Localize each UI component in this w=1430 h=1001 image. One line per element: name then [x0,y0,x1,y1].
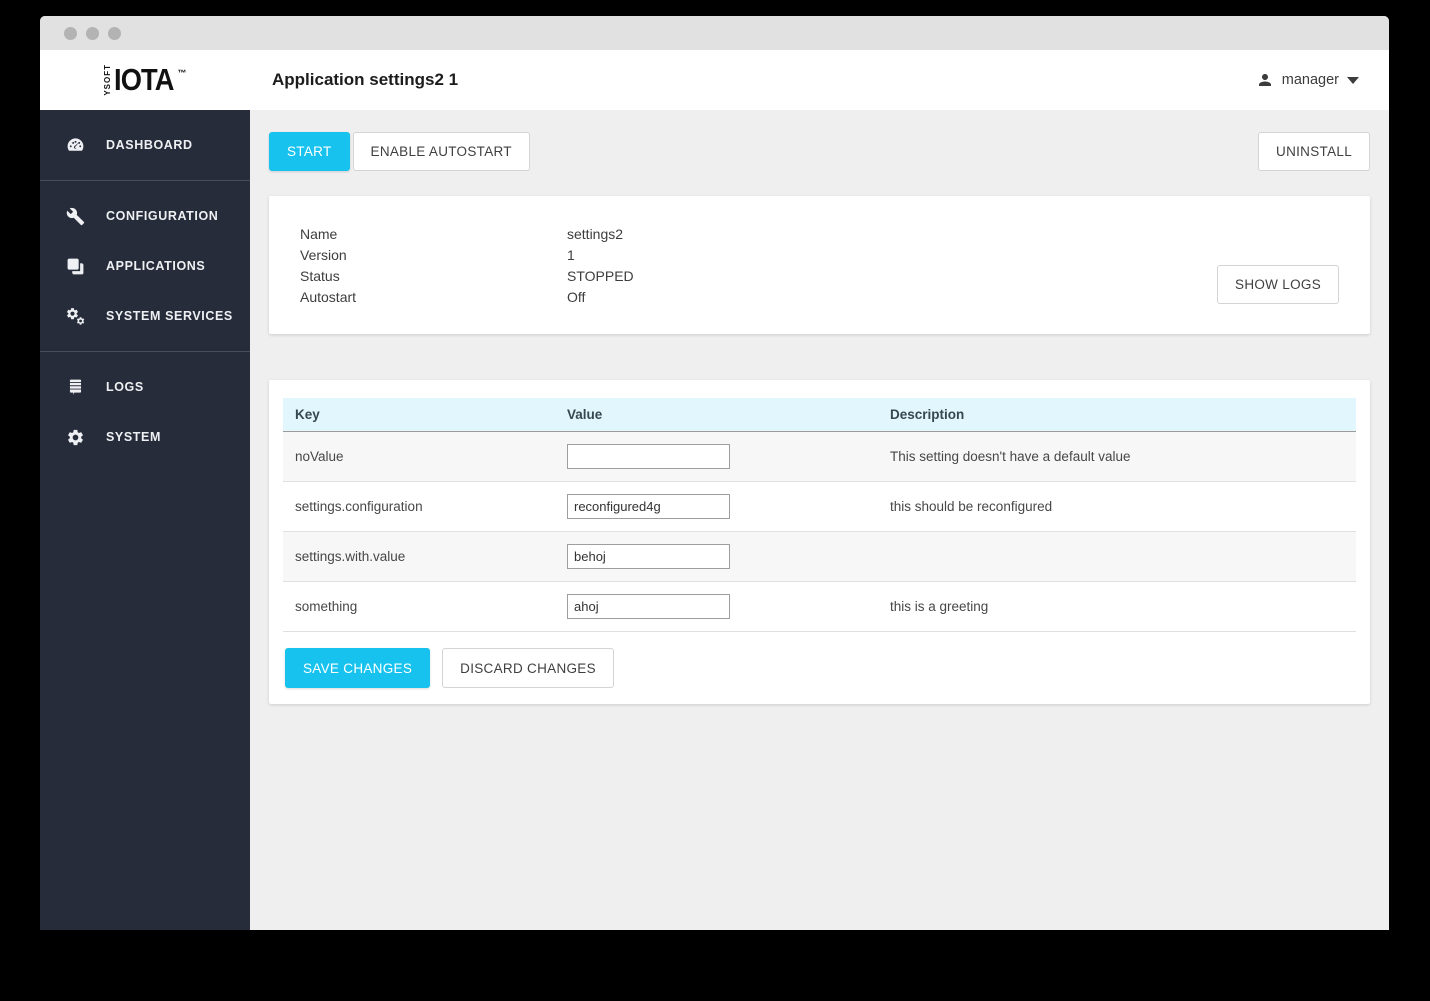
user-menu-label: manager [1281,72,1339,88]
info-row-name: Name settings2 [269,223,1370,244]
info-row-autostart: Autostart Off [269,286,1370,307]
info-label: Name [300,225,338,242]
gear-icon [68,429,83,445]
info-row-status: Status STOPPED [269,265,1370,286]
description-cell: this is a greeting [878,581,1356,632]
table-row: settings.with.value [283,531,1356,582]
description-cell: this should be reconfigured [878,481,1356,532]
sidebar-item-system-services[interactable]: SYSTEM SERVICES [40,291,250,341]
description-cell [878,531,1356,582]
gears-icon [67,307,85,325]
info-row-version: Version 1 [269,244,1370,265]
sidebar-item-label: CONFIGURATION [106,209,219,223]
info-label: Version [300,246,347,263]
logo-trademark: ™ [177,68,187,79]
app-info-panel: Name settings2 Version 1 Status STOPPED … [269,196,1370,334]
column-header-description: Description [878,398,1356,432]
settings-table-panel: Key Value Description noValue This setti… [269,380,1370,704]
user-menu[interactable]: manager [1256,71,1359,89]
value-input[interactable] [567,444,730,469]
sidebar-item-configuration[interactable]: CONFIGURATION [40,191,250,241]
info-value: 1 [567,246,575,263]
value-input[interactable] [567,544,730,569]
sidebar-item-label: SYSTEM [106,430,161,444]
sidebar-item-applications[interactable]: APPLICATIONS [40,241,250,291]
window-dot-minimize[interactable] [86,26,99,40]
logo-brand-text: YSOFT [102,64,112,96]
app-header: YSOFT IOTA ™ Application settings2 1 man… [40,50,1389,110]
chevron-down-icon [1347,76,1359,84]
sidebar-divider [40,351,250,352]
sidebar-item-dashboard[interactable]: DASHBOARD [40,120,250,170]
main-content: START ENABLE AUTOSTART UNINSTALL Name se… [250,110,1389,930]
value-input[interactable] [567,594,730,619]
key-cell: settings.configuration [283,481,555,532]
sidebar-item-system[interactable]: SYSTEM [40,412,250,462]
column-header-value: Value [555,398,878,432]
page-title: Application settings2 1 [272,70,459,89]
key-cell: noValue [283,431,555,482]
info-value: settings2 [567,225,624,242]
sidebar-item-logs[interactable]: LOGS [40,362,250,412]
table-row: something this is a greeting [283,581,1356,632]
wrench-icon [66,207,85,225]
logo-name-text: IOTA [113,62,174,98]
table-row: settings.configuration this should be re… [283,481,1356,532]
logs-icon [69,379,82,395]
column-header-key: Key [283,398,555,432]
enable-autostart-button[interactable]: ENABLE AUTOSTART [352,132,530,171]
sidebar: DASHBOARD CONFIGURATION APPLICATIONS SYS… [40,110,250,930]
show-logs-button[interactable]: SHOW LOGS [1217,265,1339,304]
key-cell: something [283,581,555,632]
table-actions: SAVE CHANGES DISCARD CHANGES [283,648,1356,688]
sidebar-item-label: SYSTEM SERVICES [106,309,233,323]
description-cell: This setting doesn't have a default valu… [878,431,1356,482]
discard-changes-button[interactable]: DISCARD CHANGES [442,648,614,688]
logo: YSOFT IOTA ™ [40,64,250,96]
app-window: YSOFT IOTA ™ Application settings2 1 man… [40,16,1389,930]
sidebar-divider [40,180,250,181]
uninstall-button[interactable]: UNINSTALL [1258,132,1370,171]
dashboard-icon [67,137,84,151]
sidebar-item-label: APPLICATIONS [106,259,206,273]
window-dot-maximize[interactable] [108,26,121,40]
table-row: noValue This setting doesn't have a defa… [283,431,1356,482]
window-titlebar[interactable] [40,16,1389,50]
info-label: Status [300,267,340,284]
table-header-row: Key Value Description [283,398,1356,432]
person-icon [1258,74,1271,86]
info-value: Off [567,288,586,305]
settings-table: Key Value Description noValue This setti… [283,398,1356,632]
value-input[interactable] [567,494,730,519]
toolbar: START ENABLE AUTOSTART UNINSTALL [269,132,1370,171]
sidebar-item-label: LOGS [106,380,144,394]
key-cell: settings.with.value [283,531,555,582]
applications-icon [67,258,84,274]
status-value: STOPPED [567,267,634,284]
start-button[interactable]: START [269,132,350,171]
window-dot-close[interactable] [64,26,77,40]
sidebar-item-label: DASHBOARD [106,138,193,152]
info-label: Autostart [300,288,357,305]
save-changes-button[interactable]: SAVE CHANGES [285,648,431,688]
